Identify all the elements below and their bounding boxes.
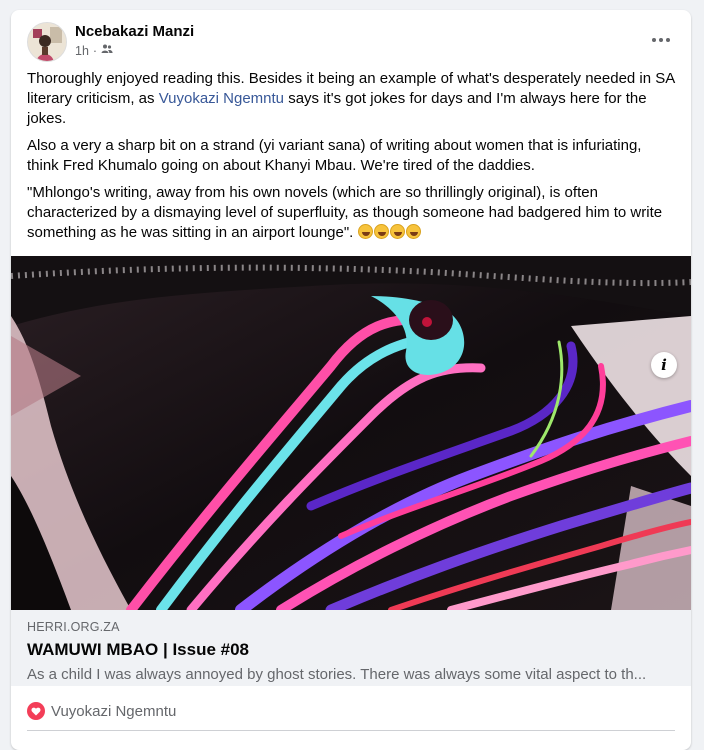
friends-icon[interactable] — [101, 43, 113, 58]
post-card: Ncebakazi Manzi 1h · Thoroughly enjoyed … — [11, 10, 691, 750]
mention-link[interactable]: Vuyokazi Ngemntu — [159, 90, 284, 107]
post-time[interactable]: 1h — [75, 44, 89, 58]
link-description: As a child I was always annoyed by ghost… — [27, 666, 647, 683]
link-preview-image[interactable] — [11, 256, 691, 610]
post-paragraph-2: Also a very a sharp bit on a strand (yi … — [27, 137, 642, 174]
post-meta: 1h · — [75, 43, 113, 58]
laughing-tears-emoji — [373, 224, 389, 239]
link-domain: HERRI.ORG.ZA — [27, 620, 120, 634]
post-paragraph-1: Thoroughly enjoyed reading this. Besides… — [27, 70, 675, 127]
divider — [27, 730, 675, 731]
link-preview-meta[interactable]: HERRI.ORG.ZA WAMUWI MBAO | Issue #08 As … — [11, 610, 691, 686]
laughing-tears-emoji — [357, 224, 373, 239]
laughing-tears-emoji — [389, 224, 405, 239]
avatar-image — [28, 23, 66, 61]
reaction-names: Vuyokazi Ngemntu — [51, 702, 177, 720]
author-avatar[interactable] — [27, 22, 67, 62]
more-options-icon[interactable] — [647, 30, 675, 50]
post-paragraph-3: "Mhlongo's writing, away from his own no… — [27, 184, 663, 241]
post-message: Thoroughly enjoyed reading this. Besides… — [27, 69, 677, 250]
post-header: Ncebakazi Manzi 1h · — [27, 22, 675, 64]
laughing-tears-emoji — [405, 224, 421, 239]
meta-separator: · — [92, 43, 98, 58]
reactions-summary[interactable]: Vuyokazi Ngemntu — [27, 700, 176, 722]
link-title[interactable]: WAMUWI MBAO | Issue #08 — [27, 640, 675, 660]
info-icon[interactable]: i — [651, 352, 677, 378]
heart-reaction-icon — [27, 702, 45, 720]
author-name[interactable]: Ncebakazi Manzi — [75, 23, 194, 40]
